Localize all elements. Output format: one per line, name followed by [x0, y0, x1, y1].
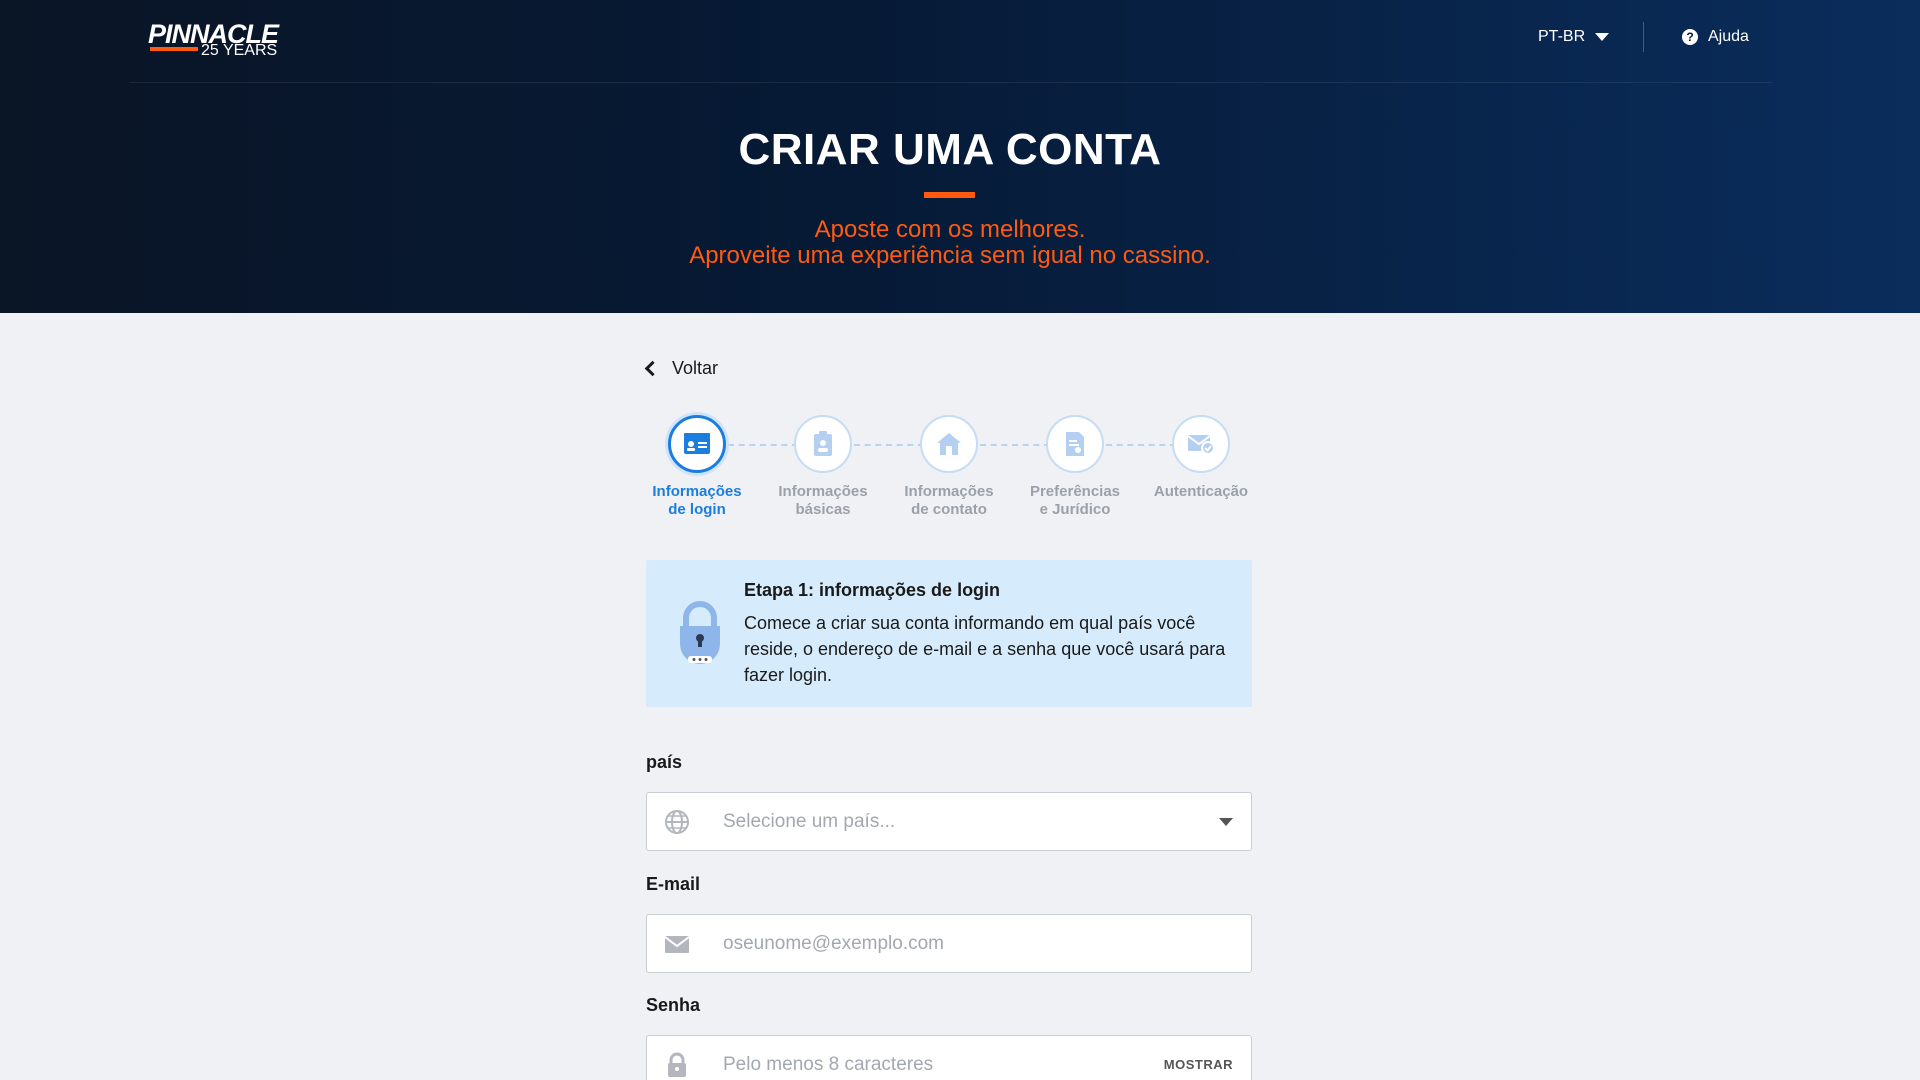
mail-check-icon	[1187, 435, 1215, 455]
help-label: Ajuda	[1708, 28, 1749, 45]
step-label: Informações de contato	[894, 483, 1004, 519]
step-info-box: Etapa 1: informações de login Comece a c…	[646, 560, 1252, 707]
step-circle	[1172, 415, 1230, 473]
question-icon: ?	[1682, 29, 1698, 45]
step-label-line1: Informações	[652, 483, 742, 500]
help-link[interactable]: ? Ajuda	[1682, 28, 1749, 46]
back-button[interactable]: Voltar	[643, 358, 718, 379]
page-title: CRIAR UMA CONTA	[738, 125, 1162, 174]
step-circle	[794, 415, 852, 473]
info-text: Comece a criar sua conta informando em q…	[744, 613, 1226, 685]
step-label-line2: básicas	[795, 501, 851, 518]
email-input[interactable]	[723, 915, 1163, 972]
show-password-button[interactable]: MOSTRAR	[1164, 1057, 1233, 1072]
step-authentication[interactable]: Autenticação	[1146, 415, 1256, 501]
logo-accent-bar	[150, 47, 198, 51]
back-label: Voltar	[672, 358, 719, 378]
country-select[interactable]	[646, 792, 1252, 851]
step-label: Informações básicas	[768, 483, 878, 519]
step-label: Informações de login	[642, 483, 752, 519]
badge-icon	[814, 431, 832, 456]
step-label: Autenticação	[1146, 483, 1256, 501]
envelope-icon	[664, 936, 690, 953]
password-input[interactable]	[723, 1036, 1163, 1080]
chevron-down-icon	[1219, 818, 1233, 826]
step-contact-info[interactable]: Informações de contato	[894, 415, 1004, 519]
step-circle	[1046, 415, 1104, 473]
document-icon	[1066, 432, 1084, 456]
chevron-down-icon	[1595, 33, 1610, 41]
title-underline	[924, 192, 975, 198]
country-input[interactable]	[723, 793, 1163, 850]
step-label-line1: Informações	[778, 483, 868, 500]
top-navigation: PINNACLE 25 YEARS PT-BR ? Ajuda	[129, 0, 1772, 83]
country-label: país	[646, 752, 683, 772]
padlock-icon	[680, 601, 720, 664]
step-label-line1: Preferências	[1029, 483, 1121, 500]
step-circle	[668, 415, 726, 473]
info-title: Etapa 1: informações de login	[744, 580, 1001, 600]
step-label-line1: Informações	[904, 483, 994, 500]
language-label: PT-BR	[1538, 28, 1586, 45]
hero-subtitle: Aposte com os melhores. Aproveite uma ex…	[0, 217, 1900, 269]
step-login-info[interactable]: Informações de login	[642, 415, 752, 519]
step-preferences-legal[interactable]: Preferências e Jurídico	[1020, 415, 1130, 519]
registration-stepper: Informações de login Informações básicas	[640, 415, 1260, 525]
home-icon	[937, 433, 961, 455]
pinnacle-logo[interactable]: PINNACLE 25 YEARS	[148, 19, 279, 61]
hero-subtitle-line1: Aposte com os melhores.	[814, 216, 1086, 243]
hero-banner: PINNACLE 25 YEARS PT-BR ? Ajuda CRIAR UM…	[0, 0, 1920, 313]
step-label-line1: Autenticação	[1153, 483, 1249, 500]
language-selector[interactable]: PT-BR	[1538, 28, 1610, 46]
logo-tagline: 25 YEARS	[201, 42, 278, 59]
step-label-line2: e Jurídico	[1039, 501, 1111, 518]
id-card-icon	[684, 433, 710, 454]
globe-icon	[665, 810, 689, 834]
step-label-line2: de contato	[911, 501, 987, 518]
email-field[interactable]	[646, 914, 1252, 973]
lock-icon	[668, 1052, 686, 1077]
step-basic-info[interactable]: Informações básicas	[768, 415, 878, 519]
step-circle	[920, 415, 978, 473]
email-label: E-mail	[646, 874, 701, 894]
hero-subtitle-line2: Aproveite uma experiência sem igual no c…	[689, 242, 1211, 269]
step-label: Preferências e Jurídico	[1020, 483, 1130, 519]
step-label-line2: de login	[668, 501, 726, 518]
chevron-left-icon	[644, 360, 661, 377]
divider	[1643, 22, 1644, 52]
password-label: Senha	[646, 995, 701, 1015]
password-field[interactable]: MOSTRAR	[646, 1035, 1252, 1080]
